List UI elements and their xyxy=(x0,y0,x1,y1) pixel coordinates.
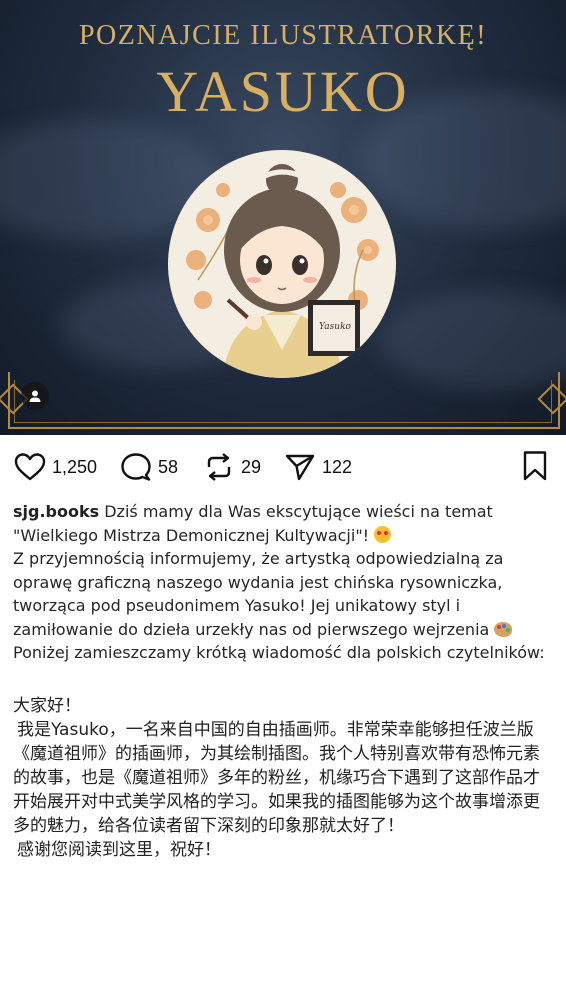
chinese-message: 大家好！ 我是Yasuko，一名来自中国的自由插画师。非常荣幸能够担任波兰版《魔… xyxy=(13,694,553,862)
post-caption: sjg.books Dziś mamy dla Was ekscytujące … xyxy=(13,500,553,862)
gold-frame-inner xyxy=(14,380,552,423)
hero-artist-name: YASUKO xyxy=(156,59,410,124)
like-count: 1,250 xyxy=(52,456,98,477)
share-button[interactable]: 122 xyxy=(284,452,352,482)
action-bar: 1,250 58 29 122 xyxy=(0,448,566,488)
post-image[interactable]: POZNAJCIE ILUSTRATORKĘ! YASUKO Yasuko xyxy=(0,0,566,435)
zh-body: 我是Yasuko，一名来自中国的自由插画师。非常荣幸能够担任波兰版《魔道祖师》的… xyxy=(13,719,540,836)
heart-icon xyxy=(14,453,46,481)
person-tag-icon[interactable] xyxy=(21,382,49,410)
zh-closing: 感谢您阅读到这里，祝好！ xyxy=(17,839,221,860)
comment-icon xyxy=(121,453,151,481)
save-button[interactable] xyxy=(522,450,548,486)
comment-button[interactable]: 58 xyxy=(120,452,178,482)
bookmark-icon xyxy=(523,451,547,481)
repost-icon xyxy=(207,453,231,481)
caption-intro: sjg.books Dziś mamy dla Was ekscytujące … xyxy=(13,500,553,547)
palette-emoji-icon xyxy=(494,621,513,637)
username-link[interactable]: sjg.books xyxy=(13,502,99,521)
zh-greeting: 大家好！ xyxy=(13,695,81,716)
repost-button[interactable]: 29 xyxy=(203,452,261,482)
send-icon xyxy=(285,454,315,481)
illustrator-portrait: Yasuko xyxy=(168,150,396,378)
repost-count: 29 xyxy=(241,456,262,477)
portrait-signature: Yasuko xyxy=(319,322,351,332)
caption-line-2: Z przyjemnością informujemy, że artystką… xyxy=(13,549,504,639)
caption-paragraph-2: Z przyjemnością informujemy, że artystką… xyxy=(13,547,553,641)
like-button[interactable]: 1,250 xyxy=(14,452,97,482)
share-count: 122 xyxy=(322,456,353,477)
hero-title: POZNAJCIE ILUSTRATORKĘ! xyxy=(78,20,488,51)
star-struck-emoji-icon xyxy=(374,525,392,543)
caption-line-3: Poniżej zamieszczamy krótką wiadomość dl… xyxy=(13,643,545,662)
comment-count: 58 xyxy=(158,456,179,477)
